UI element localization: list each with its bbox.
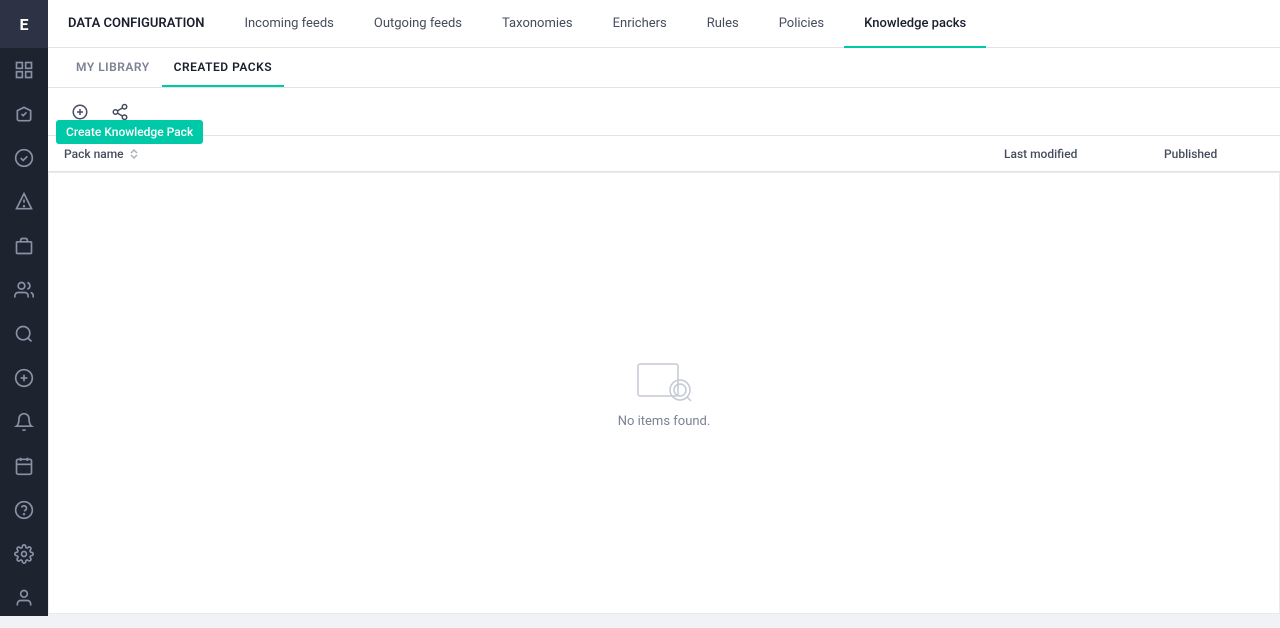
nav-data-configuration[interactable]: DATA CONFIGURATION [48,0,224,48]
top-navigation: DATA CONFIGURATION Incoming feeds Outgoi… [48,0,1280,48]
empty-state-container: No items found. [48,172,1280,614]
tab-created-packs[interactable]: CREATED PACKS [162,47,284,87]
sidebar: E [0,0,48,616]
create-knowledge-pack-button[interactable] [64,96,96,128]
main-content: DATA CONFIGURATION Incoming feeds Outgoi… [48,0,1280,616]
nav-outgoing-feeds[interactable]: Outgoing feeds [354,0,482,48]
sub-navigation: MY LIBRARY CREATED PACKS [48,48,1280,88]
nav-enrichers[interactable]: Enrichers [593,0,687,48]
tab-my-library[interactable]: MY LIBRARY [64,47,162,87]
sidebar-item-dashboard[interactable] [0,48,48,92]
sidebar-item-notifications[interactable] [0,400,48,444]
sidebar-item-add[interactable] [0,356,48,400]
sidebar-item-cases[interactable] [0,224,48,268]
table-header-row: Pack name Last modified Published [48,136,1280,172]
sidebar-bottom [0,400,48,628]
column-header-pack-name[interactable]: Pack name [64,147,1004,161]
column-header-last-modified: Last modified [1004,147,1164,161]
sidebar-item-calendar[interactable] [0,444,48,488]
nav-incoming-feeds[interactable]: Incoming feeds [224,0,353,48]
sidebar-item-help[interactable] [0,488,48,532]
empty-state: No items found. [618,358,711,429]
nav-taxonomies[interactable]: Taxonomies [482,0,593,48]
sidebar-item-user-profile[interactable] [0,576,48,620]
page-content: Create Knowledge Pack Pack name Last mod… [48,88,1280,616]
nav-rules[interactable]: Rules [687,0,759,48]
content-toolbar: Create Knowledge Pack [48,88,1280,136]
sidebar-item-detection[interactable] [0,136,48,180]
nav-policies[interactable]: Policies [759,0,844,48]
empty-state-icon [636,358,692,402]
empty-state-message: No items found. [618,414,711,429]
app-logo[interactable]: E [0,0,48,48]
nav-knowledge-packs[interactable]: Knowledge packs [844,0,986,48]
share-button[interactable] [104,96,136,128]
sort-icon [128,148,140,160]
sidebar-item-alerts[interactable] [0,92,48,136]
sidebar-item-integrations[interactable] [0,268,48,312]
column-header-published: Published [1164,147,1264,161]
table-body: No items found. [48,172,1280,616]
sidebar-item-incidents[interactable] [0,180,48,224]
sidebar-item-search[interactable] [0,312,48,356]
sidebar-item-settings[interactable] [0,532,48,576]
